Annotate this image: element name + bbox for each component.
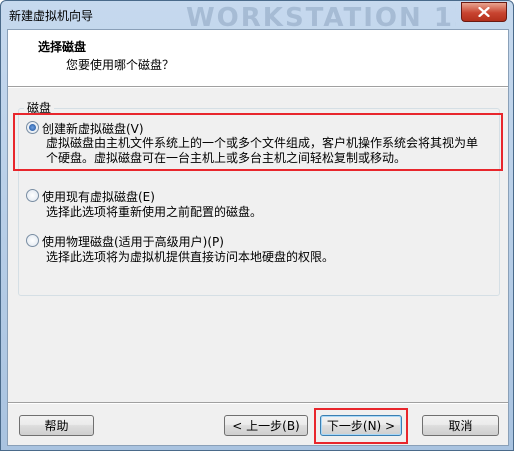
cancel-button[interactable]: 取消: [422, 415, 499, 436]
radio-use-physical-disk[interactable]: [26, 234, 39, 247]
title-bar[interactable]: 新建虚拟机向导 WORKSTATION 12: [1, 1, 513, 33]
highlight-box-next: [314, 408, 408, 444]
option-description: 选择此选项将为虚拟机提供直接访问本地硬盘的权限。: [46, 250, 335, 264]
option-label[interactable]: 使用物理磁盘(适用于高级用户)(P): [42, 233, 224, 250]
option-description: 选择此选项将重新使用之前配置的磁盘。: [46, 205, 263, 219]
back-button[interactable]: < 上一步(B): [224, 415, 308, 436]
wizard-body: 选择磁盘 您要使用哪个磁盘？ 磁盘 创建新虚拟磁盘(V) 虚拟磁盘由主机文件系统…: [7, 29, 509, 446]
footer-divider-highlight: [8, 403, 508, 404]
help-button[interactable]: 帮助: [19, 415, 94, 436]
option-label[interactable]: 使用现有虚拟磁盘(E): [42, 188, 155, 205]
page-subtitle: 您要使用哪个磁盘？: [66, 58, 175, 72]
close-icon: [478, 7, 490, 17]
close-button[interactable]: [461, 2, 507, 22]
page-title: 选择磁盘: [38, 40, 87, 54]
wizard-window: 新建虚拟机向导 WORKSTATION 12 选择磁盘 您要使用哪个磁盘？ 磁盘…: [0, 0, 514, 451]
highlight-box-option: [13, 113, 503, 171]
wizard-header: 选择磁盘 您要使用哪个磁盘？: [8, 30, 508, 87]
header-divider: [8, 87, 508, 88]
window-title: 新建虚拟机向导: [9, 9, 94, 23]
radio-use-existing-disk[interactable]: [26, 189, 39, 202]
